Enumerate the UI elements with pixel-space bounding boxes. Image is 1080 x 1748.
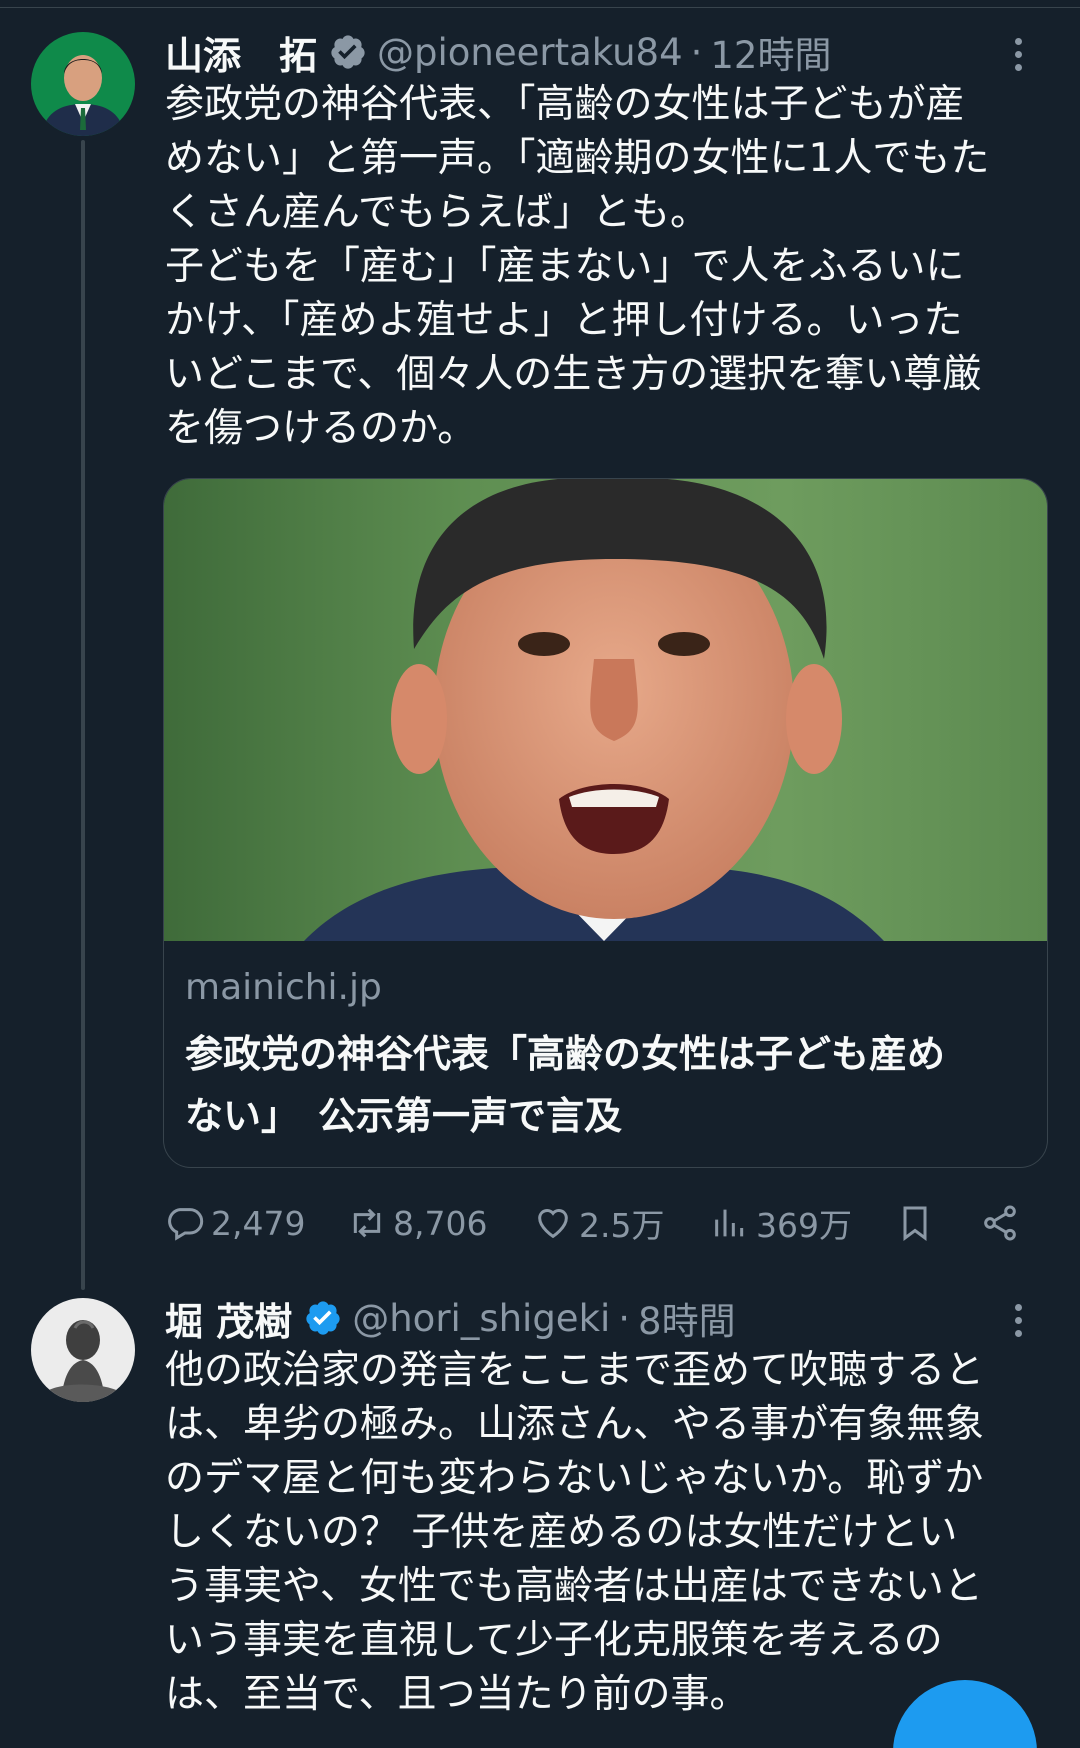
author-name[interactable]: 堀 茂樹 bbox=[165, 1291, 292, 1346]
top-divider bbox=[0, 0, 1080, 8]
avatar[interactable] bbox=[31, 1298, 135, 1402]
heart-icon bbox=[538, 1209, 568, 1239]
tweet-text: 参政党の神谷代表、「高齢の女性は子どもが産 めない」と第一声。「適齢期の女性に1… bbox=[165, 82, 990, 451]
more-options-icon[interactable] bbox=[1006, 1292, 1030, 1348]
reply-button[interactable]: 2,479 bbox=[165, 1198, 305, 1248]
verified-badge-icon bbox=[329, 33, 367, 71]
thread-line bbox=[81, 140, 85, 1290]
verified-badge-icon bbox=[304, 1299, 342, 1337]
like-count: 2.5万 bbox=[579, 1206, 665, 1245]
avatar[interactable] bbox=[31, 32, 135, 136]
tweet-header: 山添 拓 @pioneertaku84 · 12時間 bbox=[165, 24, 831, 80]
retweet-count: 8,706 bbox=[393, 1203, 488, 1243]
link-card-image bbox=[164, 479, 1047, 941]
tweet-actions: 2,479 8,706 2.5万 369万 bbox=[165, 1198, 1045, 1248]
tweet-text: 他の政治家の発言をここまで歪めて吹聴すると は、卑劣の極み。山添さん、やる事が有… bbox=[165, 1348, 985, 1717]
separator-dot: · bbox=[690, 30, 703, 74]
timestamp[interactable]: 12時間 bbox=[710, 25, 831, 79]
analytics-icon bbox=[715, 1209, 744, 1237]
like-button[interactable]: 2.5万 bbox=[533, 1198, 664, 1248]
reply-count: 2,479 bbox=[211, 1203, 306, 1243]
author-name[interactable]: 山添 拓 bbox=[165, 25, 317, 80]
views-button[interactable]: 369万 bbox=[710, 1198, 852, 1248]
bookmark-button[interactable] bbox=[895, 1198, 935, 1248]
link-card-domain: mainichi.jp bbox=[185, 967, 382, 1008]
share-button[interactable] bbox=[980, 1198, 1020, 1248]
views-count: 369万 bbox=[756, 1206, 852, 1245]
link-card[interactable]: mainichi.jp 参政党の神谷代表「高齢の女性は子ども産め ない」 公示第… bbox=[163, 478, 1048, 1168]
retweet-button[interactable]: 8,706 bbox=[347, 1198, 487, 1248]
bookmark-icon bbox=[903, 1206, 927, 1241]
author-handle[interactable]: @hori_shigeki bbox=[352, 1297, 610, 1340]
tweet-header: 堀 茂樹 @hori_shigeki · 8時間 bbox=[165, 1290, 736, 1346]
retweet-icon bbox=[353, 1208, 381, 1238]
reply-icon bbox=[168, 1208, 204, 1241]
share-icon bbox=[984, 1205, 1016, 1241]
more-options-icon[interactable] bbox=[1006, 26, 1030, 82]
separator-dot: · bbox=[618, 1296, 631, 1340]
link-card-title: 参政党の神谷代表「高齢の女性は子ども産め ない」 公示第一声で言及 bbox=[185, 1032, 946, 1138]
author-handle[interactable]: @pioneertaku84 bbox=[377, 31, 683, 74]
timestamp[interactable]: 8時間 bbox=[638, 1291, 736, 1345]
